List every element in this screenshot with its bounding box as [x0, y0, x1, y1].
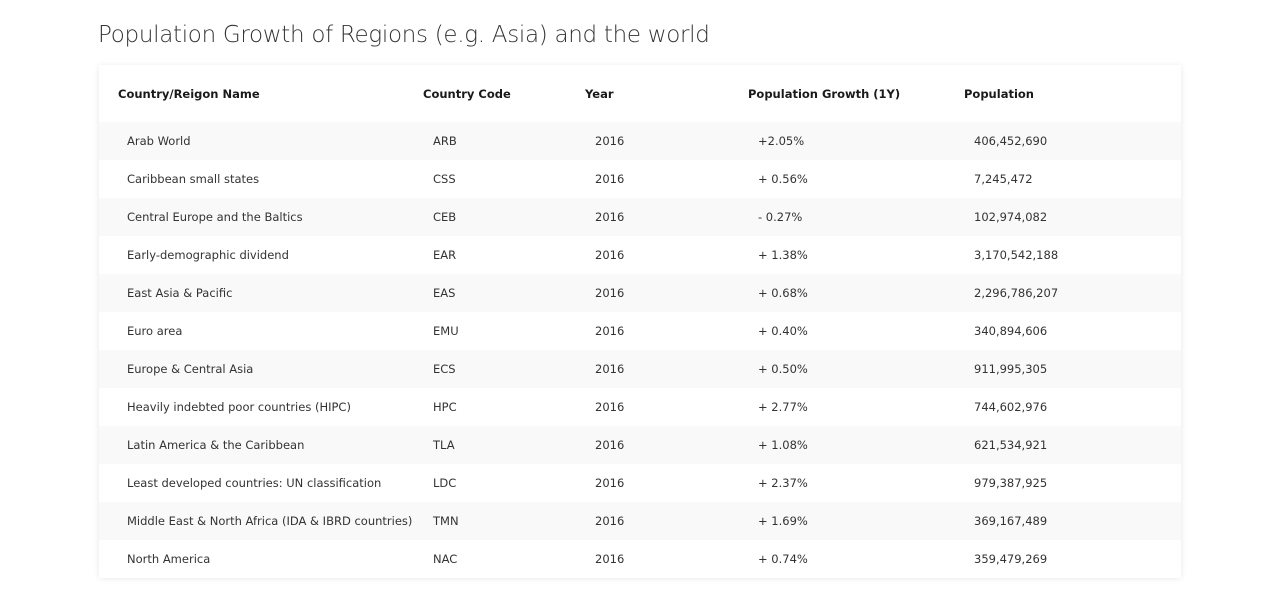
cell-country-name: Europe & Central Asia	[99, 350, 423, 388]
cell-population: 3,170,542,188	[964, 236, 1181, 274]
cell-country-code: CSS	[423, 160, 585, 198]
table-header: Country/Reigon Name Country Code Year Po…	[99, 65, 1181, 122]
cell-population-growth: + 0.74%	[748, 540, 964, 578]
cell-country-name: East Asia & Pacific	[99, 274, 423, 312]
cell-population: 359,479,269	[964, 540, 1181, 578]
cell-year: 2016	[585, 426, 748, 464]
header-country-name[interactable]: Country/Reigon Name	[99, 65, 423, 122]
header-year[interactable]: Year	[585, 65, 748, 122]
population-table-card: Country/Reigon Name Country Code Year Po…	[99, 65, 1181, 578]
cell-year: 2016	[585, 274, 748, 312]
cell-country-name: North America	[99, 540, 423, 578]
cell-population: 7,245,472	[964, 160, 1181, 198]
cell-country-name: Heavily indebted poor countries (HIPC)	[99, 388, 423, 426]
cell-country-name: Arab World	[99, 122, 423, 160]
table-row[interactable]: Euro area EMU 2016 + 0.40% 340,894,606	[99, 312, 1181, 350]
cell-country-code: NAC	[423, 540, 585, 578]
cell-country-code: ECS	[423, 350, 585, 388]
cell-population-growth: + 0.50%	[748, 350, 964, 388]
cell-population: 911,995,305	[964, 350, 1181, 388]
cell-population: 621,534,921	[964, 426, 1181, 464]
table-row[interactable]: Arab World ARB 2016 +2.05% 406,452,690	[99, 122, 1181, 160]
cell-population-growth: + 1.69%	[748, 502, 964, 540]
cell-country-name: Early-demographic dividend	[99, 236, 423, 274]
cell-year: 2016	[585, 388, 748, 426]
cell-population-growth: + 2.37%	[748, 464, 964, 502]
cell-population: 340,894,606	[964, 312, 1181, 350]
cell-country-name: Caribbean small states	[99, 160, 423, 198]
table-body: Arab World ARB 2016 +2.05% 406,452,690 Caribb…	[99, 122, 1181, 578]
cell-population-growth: + 0.56%	[748, 160, 964, 198]
table-row[interactable]: Heavily indebted poor countries (HIPC) HP…	[99, 388, 1181, 426]
cell-population-growth: + 0.40%	[748, 312, 964, 350]
cell-country-code: CEB	[423, 198, 585, 236]
header-population-growth[interactable]: Population Growth (1Y)	[748, 65, 964, 122]
cell-population: 369,167,489	[964, 502, 1181, 540]
table-row[interactable]: Europe & Central Asia ECS 2016 + 0.50% 911,9…	[99, 350, 1181, 388]
cell-country-name: Euro area	[99, 312, 423, 350]
cell-country-code: EAR	[423, 236, 585, 274]
table-row[interactable]: Early-demographic dividend EAR 2016 + 1.38%…	[99, 236, 1181, 274]
population-table: Country/Reigon Name Country Code Year Po…	[99, 65, 1181, 578]
cell-year: 2016	[585, 122, 748, 160]
cell-country-name: Least developed countries: UN classifica…	[99, 464, 423, 502]
cell-country-code: EAS	[423, 274, 585, 312]
table-row[interactable]: Central Europe and the Baltics CEB 2016- 0…	[99, 198, 1181, 236]
table-row[interactable]: Middle East & North Africa (IDA & IBRD c…	[99, 502, 1181, 540]
cell-country-name: Latin America & the Caribbean	[99, 426, 423, 464]
cell-population: 406,452,690	[964, 122, 1181, 160]
cell-year: 2016	[585, 236, 748, 274]
cell-country-code: LDC	[423, 464, 585, 502]
cell-country-name: Central Europe and the Baltics	[99, 198, 423, 236]
cell-year: 2016	[585, 350, 748, 388]
table-row[interactable]: Latin America & the Caribbean TLA 2016 + 1.…	[99, 426, 1181, 464]
cell-population-growth: + 1.08%	[748, 426, 964, 464]
cell-population-growth: + 0.68%	[748, 274, 964, 312]
cell-year: 2016	[585, 502, 748, 540]
header-population[interactable]: Population	[964, 65, 1181, 122]
cell-year: 2016	[585, 160, 748, 198]
page-title: Population Growth of Regions (e.g. Asia)…	[98, 22, 710, 48]
cell-population: 102,974,082	[964, 198, 1181, 236]
cell-country-code: ARB	[423, 122, 585, 160]
header-country-code[interactable]: Country Code	[423, 65, 585, 122]
table-row[interactable]: East Asia & Pacific EAS 2016 + 0.68% 2,296,7…	[99, 274, 1181, 312]
cell-year: 2016	[585, 312, 748, 350]
cell-country-code: TMN	[423, 502, 585, 540]
header-row: Country/Reigon Name Country Code Year Po…	[99, 65, 1181, 122]
cell-population: 744,602,976	[964, 388, 1181, 426]
cell-population: 2,296,786,207	[964, 274, 1181, 312]
cell-country-code: EMU	[423, 312, 585, 350]
cell-population-growth: + 1.38%	[748, 236, 964, 274]
cell-year: 2016	[585, 464, 748, 502]
table-row[interactable]: North America NAC 2016 + 0.74% 359,479,269	[99, 540, 1181, 578]
cell-year: 2016	[585, 198, 748, 236]
cell-country-code: HPC	[423, 388, 585, 426]
table-row[interactable]: Caribbean small states CSS 2016 + 0.56% 7,24…	[99, 160, 1181, 198]
table-row[interactable]: Least developed countries: UN classifica…	[99, 464, 1181, 502]
cell-population: 979,387,925	[964, 464, 1181, 502]
cell-year: 2016	[585, 540, 748, 578]
cell-country-code: TLA	[423, 426, 585, 464]
cell-country-name: Middle East & North Africa (IDA & IBRD c…	[99, 502, 423, 540]
cell-population-growth: + 2.77%	[748, 388, 964, 426]
cell-population-growth: +2.05%	[748, 122, 964, 160]
cell-population-growth: - 0.27%	[748, 198, 964, 236]
